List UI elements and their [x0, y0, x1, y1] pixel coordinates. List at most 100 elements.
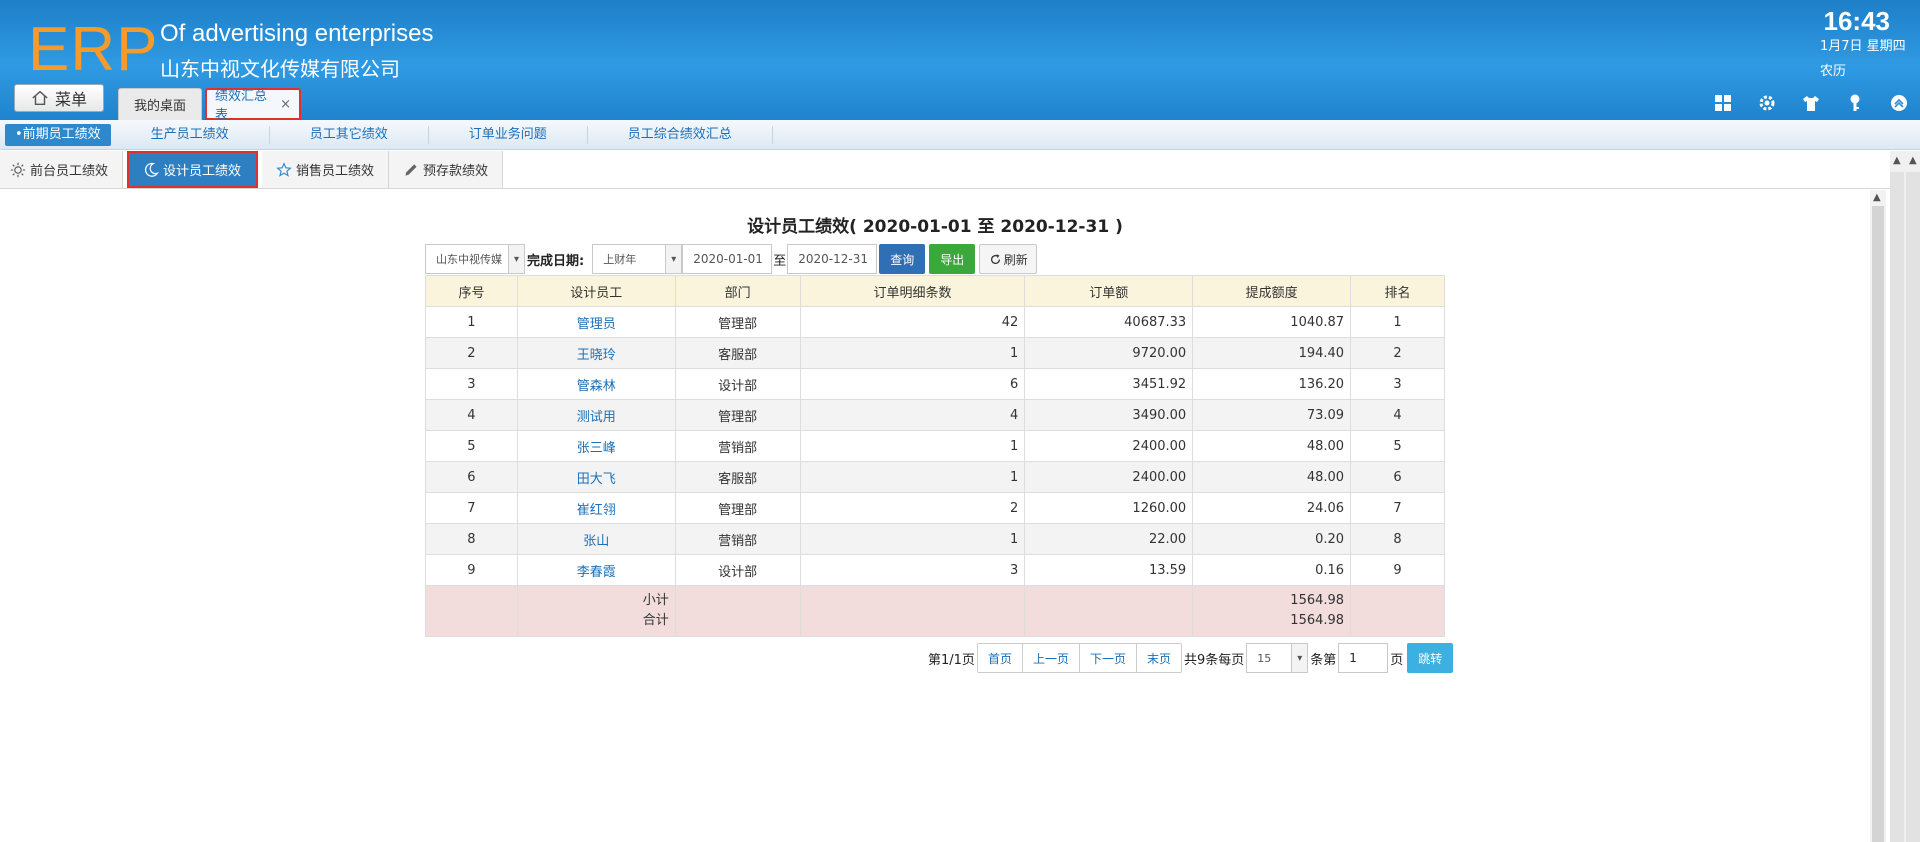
- jump-button[interactable]: 跳转: [1407, 643, 1454, 673]
- gear-icon[interactable]: [1756, 92, 1778, 114]
- company-name-cn: 山东中视文化传媒有限公司: [160, 57, 400, 81]
- prev-page-button[interactable]: 上一页: [1022, 644, 1080, 672]
- clock-lunar: 农历: [1820, 64, 1847, 79]
- chevron-down-icon: ▾: [508, 245, 524, 273]
- scroll-up-icon[interactable]: ▲: [1909, 155, 1917, 166]
- page-size-select[interactable]: 15 ▾: [1246, 643, 1309, 673]
- cell-designer-link[interactable]: 张三峰: [516, 430, 676, 462]
- cell-commission: 194.40: [1192, 337, 1352, 369]
- table-row: 5 张三峰 营销部 1 2400.00 48.00 5: [425, 430, 1445, 462]
- summary-row: 小计 合计 1564.98 1564.98: [425, 585, 1445, 637]
- tab-my-desktop-label: 我的桌面: [133, 99, 186, 114]
- cell-rank: 5: [1350, 430, 1445, 462]
- cell-order-count: 42: [799, 306, 1026, 338]
- header-toolbar: [1712, 92, 1910, 114]
- page-info: 第1/1页: [928, 652, 975, 668]
- subtab-sales-staff-label: 销售员工绩效: [296, 164, 375, 179]
- start-date-input[interactable]: 2020-01-01: [682, 244, 773, 274]
- collapse-up-icon[interactable]: [1888, 92, 1910, 114]
- table-row: 2 王晓玲 客服部 1 9720.00 194.40 2: [425, 337, 1445, 369]
- col-header-no: 序号: [425, 275, 518, 307]
- period-select[interactable]: 上财年 ▾: [592, 244, 683, 274]
- dashboard-icon[interactable]: [1712, 92, 1734, 114]
- scroll-up-icon[interactable]: ▲: [1893, 155, 1901, 166]
- cell-dept: 设计部: [674, 554, 801, 586]
- cell-rank: 2: [1350, 337, 1445, 369]
- subtab-prepaid[interactable]: 预存款绩效: [389, 151, 504, 188]
- cell-no: 4: [425, 399, 518, 431]
- total-label: 合计: [642, 613, 669, 628]
- key-icon[interactable]: [1844, 92, 1866, 114]
- table-row: 4 测试用 管理部 4 3490.00 73.09 4: [425, 399, 1445, 431]
- page-number-value: 1: [1349, 651, 1357, 665]
- table-header-row: 序号 设计员工 部门 订单明细条数 订单额 提成额度 排名: [425, 275, 1445, 307]
- subtab-design-staff[interactable]: 设计员工绩效: [127, 151, 259, 188]
- subtab-design-staff-label: 设计员工绩效: [163, 164, 242, 179]
- tab-performance-summary[interactable]: 绩效汇总表 ×: [205, 88, 301, 123]
- cell-designer-link[interactable]: 王晓玲: [516, 337, 676, 369]
- total-info: 共9条每页: [1184, 652, 1245, 668]
- refresh-button[interactable]: 刷新: [979, 244, 1038, 274]
- cell-order-amount: 2400.00: [1024, 430, 1194, 462]
- subtotal-label: 小计: [642, 593, 669, 608]
- query-button[interactable]: 查询: [879, 244, 926, 274]
- cell-commission: 48.00: [1192, 461, 1352, 493]
- app-header: ERP Of advertising enterprises 山东中视文化传媒有…: [0, 0, 1920, 123]
- company-select[interactable]: 山东中视传媒 ▾: [425, 244, 525, 274]
- nav-order-issues[interactable]: 订单业务问题: [429, 125, 588, 144]
- company-select-value: 山东中视传媒: [436, 253, 502, 266]
- end-date-input[interactable]: 2020-12-31: [787, 244, 878, 274]
- outer-scrollbar-track-2[interactable]: [1906, 172, 1920, 842]
- cell-order-amount: 2400.00: [1024, 461, 1194, 493]
- summary-empty-cell: [799, 585, 1026, 637]
- cell-designer-link[interactable]: 崔红翎: [516, 492, 676, 524]
- col-header-dept: 部门: [674, 275, 801, 307]
- star-icon: [276, 161, 292, 177]
- cell-commission: 0.16: [1192, 554, 1352, 586]
- clock-date: 1月7日 星期四: [1820, 39, 1906, 54]
- start-date-value: 2020-01-01: [693, 252, 763, 266]
- close-icon[interactable]: ×: [280, 97, 291, 112]
- cell-order-amount: 22.00: [1024, 523, 1194, 555]
- page-number-input[interactable]: 1: [1338, 643, 1389, 673]
- cell-order-count: 1: [799, 523, 1026, 555]
- cell-dept: 管理部: [674, 492, 801, 524]
- export-button[interactable]: 导出: [929, 244, 976, 274]
- nav-early-staff-performance[interactable]: •前期员工绩效: [5, 123, 111, 146]
- cell-order-amount: 1260.00: [1024, 492, 1194, 524]
- content-scrollbar-thumb[interactable]: [1872, 206, 1884, 842]
- table-row: 9 李春霞 设计部 3 13.59 0.16 9: [425, 554, 1445, 586]
- cell-rank: 8: [1350, 523, 1445, 555]
- cell-designer-link[interactable]: 张山: [516, 523, 676, 555]
- chevron-down-icon: ▾: [665, 245, 682, 273]
- cell-order-amount: 3490.00: [1024, 399, 1194, 431]
- nav-production-staff-performance[interactable]: 生产员工绩效: [111, 125, 270, 144]
- first-page-button[interactable]: 首页: [977, 644, 1023, 672]
- nav-other-staff-performance[interactable]: 员工其它绩效: [270, 125, 429, 144]
- col-header-rank: 排名: [1350, 275, 1445, 307]
- filter-bar: 山东中视传媒 ▾ 完成日期: 上财年 ▾ 2020-01-01 至 2020-1…: [425, 244, 1038, 274]
- scroll-up-icon[interactable]: ▲: [1873, 192, 1881, 203]
- subtab-sales-staff[interactable]: 销售员工绩效: [262, 151, 390, 188]
- table-row: 3 管森林 设计部 6 3451.92 136.20 3: [425, 368, 1445, 400]
- cell-designer-link[interactable]: 李春霞: [516, 554, 676, 586]
- performance-table: 序号 设计员工 部门 订单明细条数 订单额 提成额度 排名 1 管理员 管理部 …: [425, 275, 1445, 637]
- cell-no: 2: [425, 337, 518, 369]
- tab-my-desktop[interactable]: 我的桌面: [118, 88, 202, 120]
- end-date-value: 2020-12-31: [798, 252, 868, 266]
- cell-designer-link[interactable]: 测试用: [516, 399, 676, 431]
- table-row: 7 崔红翎 管理部 2 1260.00 24.06 7: [425, 492, 1445, 524]
- cell-designer-link[interactable]: 田大飞: [516, 461, 676, 493]
- outer-scrollbar-track-1[interactable]: [1890, 172, 1904, 842]
- nav-overall-performance-summary[interactable]: 员工综合绩效汇总: [588, 125, 773, 144]
- cell-designer-link[interactable]: 管森林: [516, 368, 676, 400]
- menu-button[interactable]: 菜单: [14, 84, 104, 112]
- summary-empty-cell: [1350, 585, 1445, 637]
- next-page-button[interactable]: 下一页: [1079, 644, 1137, 672]
- shirt-icon[interactable]: [1800, 92, 1822, 114]
- subtab-front-desk[interactable]: 前台员工绩效: [0, 151, 124, 188]
- cell-designer-link[interactable]: 管理员: [516, 306, 676, 338]
- chevron-down-icon: ▾: [1291, 644, 1308, 672]
- last-page-button[interactable]: 末页: [1136, 644, 1181, 672]
- cell-dept: 营销部: [674, 523, 801, 555]
